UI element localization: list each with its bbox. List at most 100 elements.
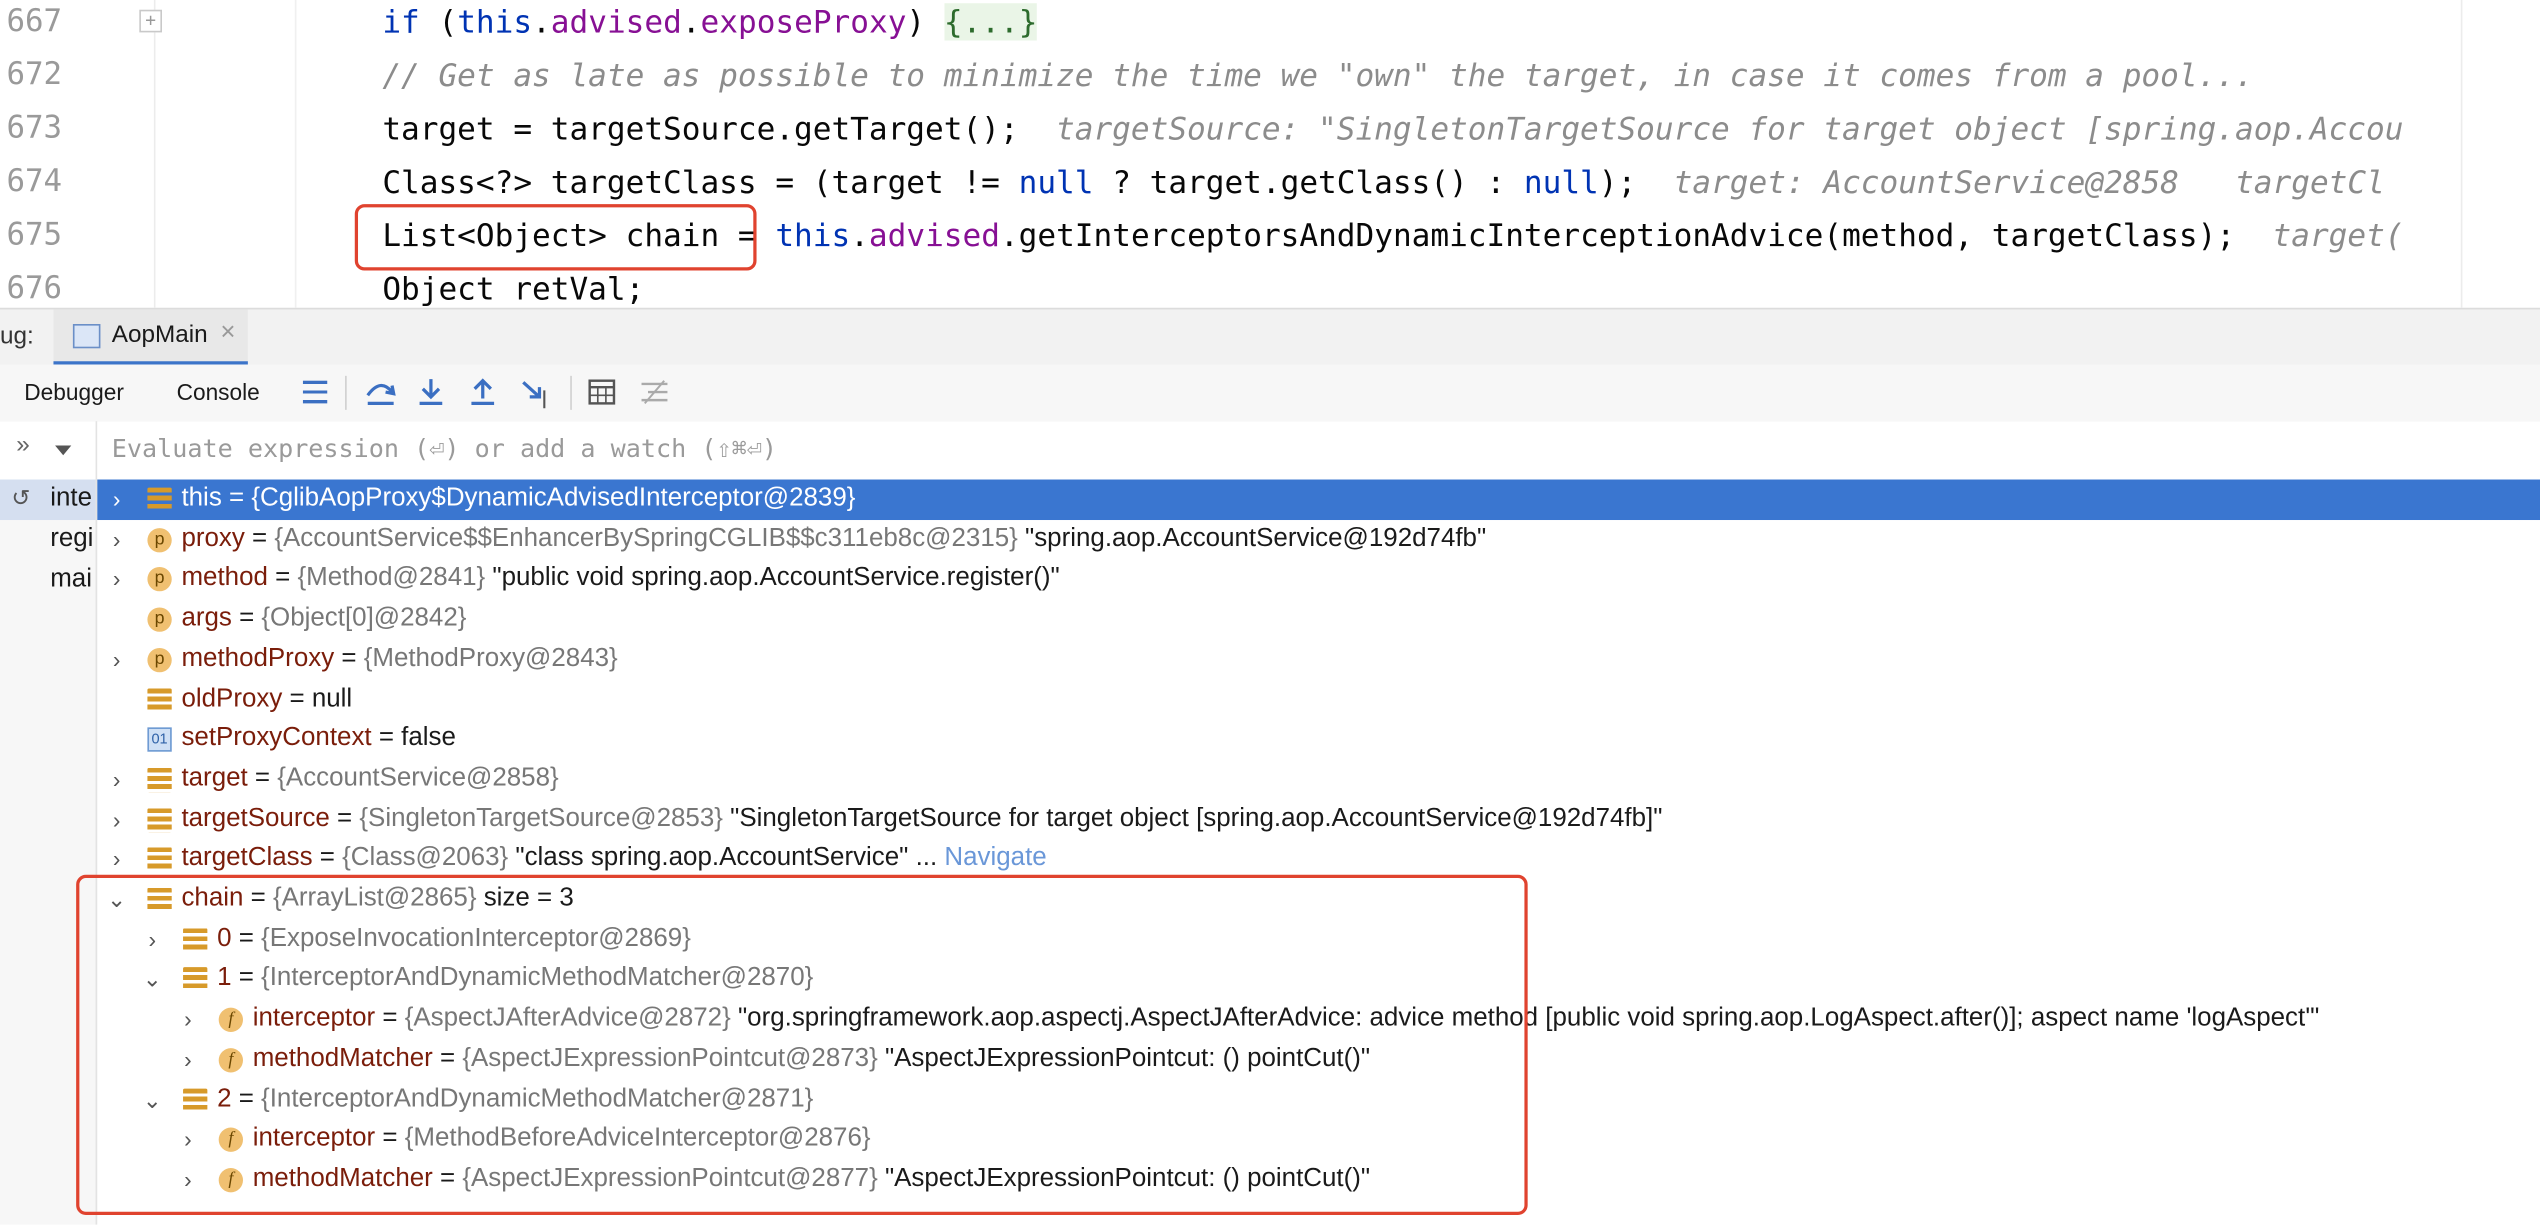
gutter-divider (294, 0, 297, 308)
frame-item-selected[interactable]: ↺ inte (0, 479, 96, 521)
parameter-icon: p (147, 567, 172, 592)
variable-text: targetClass = {Class@2063} "class spring… (181, 840, 1046, 880)
equals-sign: = (247, 764, 278, 793)
tab-debugger[interactable]: Debugger (24, 379, 124, 405)
expand-arrow-icon[interactable]: › (107, 520, 126, 560)
code-line[interactable]: target = targetSource.getTarget(); targe… (382, 102, 2403, 155)
variable-text: proxy = {AccountService$$EnhancerBySprin… (181, 520, 1486, 560)
frame-item[interactable]: mai (50, 565, 92, 594)
variable-value: "spring.aop.AccountService@192d74fb" (1017, 524, 1487, 552)
variable-type: {Method@2841} (297, 564, 486, 592)
variable-type: {CglibAopProxy$DynamicAdvisedInterceptor… (251, 484, 856, 512)
equals-sign: = (312, 844, 343, 873)
variable-row[interactable]: › p method = {Method@2841} "public void sp… (97, 560, 2540, 600)
code-line[interactable]: Object retVal; (382, 262, 644, 308)
equals-sign: = (244, 524, 275, 552)
code-text: ( (419, 3, 458, 41)
frame-item[interactable]: regi (50, 525, 93, 554)
folded-block[interactable]: {...} (944, 3, 1038, 41)
code-text: . (532, 3, 551, 41)
variable-row[interactable]: › p proxy = {AccountService$$EnhancerBySpr… (97, 520, 2540, 560)
code-text: target = targetSource.getTarget(); (382, 110, 1019, 148)
variable-type: {Class@2063} (342, 844, 509, 873)
variable-type: {AccountService@2858} (277, 764, 559, 793)
variable-text: method = {Method@2841} "public void spri… (181, 560, 1059, 600)
expand-arrow-icon[interactable]: › (107, 760, 126, 800)
variable-type: {Object[0]@2842} (261, 604, 467, 632)
variable-name: this (181, 484, 222, 512)
field-name: advised (550, 3, 682, 41)
variable-row[interactable]: › targetClass = {Class@2063} "class sprin… (97, 840, 2540, 880)
expand-arrow-icon[interactable]: › (107, 800, 126, 840)
inline-debug-hint: target( (2272, 217, 2404, 255)
run-config-icon (72, 324, 101, 349)
variable-value: "class spring.aop.AccountService" (508, 844, 909, 873)
variable-name: proxy (181, 524, 245, 552)
step-out-icon[interactable] (468, 377, 497, 406)
debugger-toolbar: Debugger Console (0, 364, 2540, 423)
expand-frames-icon[interactable]: » (16, 431, 30, 459)
step-into-icon[interactable] (416, 377, 445, 406)
variable-value: "public void spring.aop.AccountService.r… (485, 564, 1060, 592)
code-text: . (850, 217, 869, 255)
variable-text: targetSource = {SingletonTargetSource@28… (181, 800, 1662, 840)
navigate-link[interactable]: Navigate (944, 845, 1046, 873)
menu-icon[interactable] (302, 380, 328, 404)
variable-icon (147, 687, 172, 712)
step-over-icon[interactable] (365, 377, 397, 406)
tab-console[interactable]: Console (177, 379, 260, 405)
debug-label: ug: (0, 322, 34, 350)
variable-icon (147, 807, 172, 833)
code-line[interactable]: Class<?> targetClass = (target != null ?… (382, 156, 2384, 209)
line-number: 675 (6, 217, 63, 253)
variable-row[interactable]: › target = {AccountService@2858} (97, 760, 2540, 800)
highlight-box (354, 204, 757, 271)
expand-arrow-icon[interactable]: › (107, 840, 126, 880)
variable-text: args = {Object[0]@2842} (181, 600, 466, 640)
parameter-icon: p (147, 607, 172, 632)
evaluate-expression-input[interactable]: Evaluate expression (⏎) or add a watch (… (112, 434, 777, 463)
parameter-icon: p (147, 527, 172, 552)
expand-arrow-icon[interactable]: › (107, 560, 126, 600)
code-line[interactable]: if (this.advised.exposeProxy) {...} (382, 0, 1038, 49)
keyword: this (457, 3, 533, 41)
variable-value: "SingletonTargetSource for target object… (722, 804, 1663, 833)
variable-name: oldProxy (181, 684, 283, 712)
code-comment[interactable]: // Get as late as possible to minimize t… (382, 49, 2253, 102)
variable-row[interactable]: oldProxy = null (97, 680, 2540, 720)
variable-row[interactable]: › targetSource = {SingletonTargetSource@2… (97, 800, 2540, 840)
variable-row[interactable]: › p methodProxy = {MethodProxy@2843} (97, 640, 2540, 680)
variable-row[interactable]: › this = {CglibAopProxy$DynamicAdvisedInt… (97, 479, 2540, 520)
run-to-cursor-icon[interactable] (520, 377, 552, 409)
close-icon[interactable]: × (220, 319, 235, 348)
debug-tool-window-header: ug: AopMain × (0, 307, 2540, 368)
fold-expand-icon[interactable]: + (139, 9, 162, 33)
field-name: exposeProxy (700, 3, 907, 41)
variable-name: targetClass (181, 844, 313, 873)
variable-name: method (181, 564, 268, 592)
code-editor[interactable]: 667 + 672 673 674 675 676 if (this.advis… (0, 0, 2540, 308)
toolbar-separator (345, 375, 347, 410)
line-number: 673 (6, 110, 63, 146)
evaluate-expression-icon[interactable] (588, 379, 616, 405)
keyword: if (382, 3, 420, 41)
expand-arrow-icon[interactable]: › (107, 640, 126, 680)
variable-name: setProxyContext (181, 724, 372, 752)
variable-text: setProxyContext = false (181, 720, 455, 760)
line-number: 674 (6, 163, 63, 200)
tab-aopmain[interactable]: AopMain × (53, 309, 248, 367)
boolean-icon: 01 (147, 727, 172, 752)
variable-row[interactable]: p args = {Object[0]@2842} (97, 600, 2540, 640)
variable-name: args (181, 604, 232, 632)
highlight-box (76, 874, 1528, 1215)
expand-arrow-icon[interactable]: › (107, 480, 126, 520)
variable-text: methodProxy = {MethodProxy@2843} (181, 640, 617, 680)
variable-row[interactable]: 01 setProxyContext = false (97, 720, 2540, 760)
code-text: ) (906, 3, 944, 41)
line-number: 667 (6, 3, 63, 39)
line-number: 676 (6, 270, 63, 307)
keyword: this (775, 217, 851, 255)
code-text: . (681, 3, 701, 41)
chevron-down-icon[interactable] (53, 444, 72, 457)
equals-sign: = (221, 484, 252, 512)
